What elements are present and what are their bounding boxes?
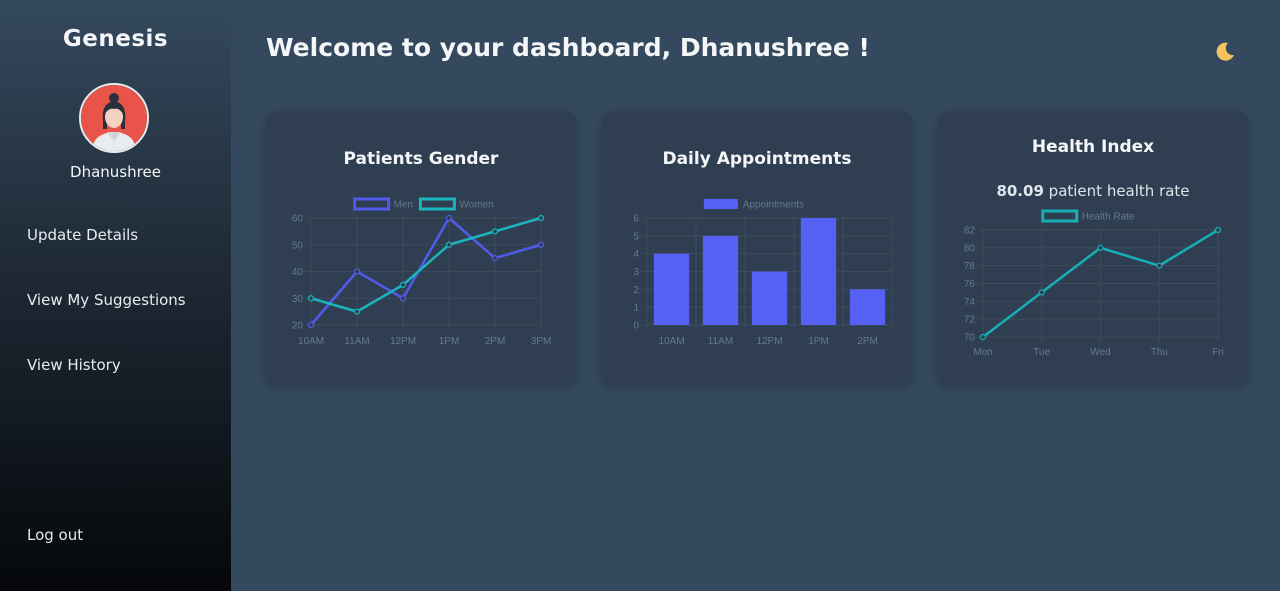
x-tick-label: 10AM [658, 336, 684, 347]
logout-link[interactable]: Log out [27, 526, 83, 544]
moon-icon [1216, 42, 1234, 61]
data-point [353, 268, 361, 275]
y-tick-label: 78 [964, 261, 976, 272]
user-avatar-icon [81, 85, 147, 151]
sidebar: Genesis Dhanushree Update Details View M… [0, 0, 231, 591]
sidebar-username: Dhanushree [70, 163, 161, 181]
y-tick-label: 72 [964, 315, 976, 326]
data-point [537, 241, 545, 248]
data-point [1214, 226, 1222, 234]
x-tick-label: 11AM [344, 336, 369, 347]
legend-swatch [1041, 209, 1079, 223]
y-tick-label: 80 [964, 243, 976, 254]
x-tick-label: 1PM [439, 336, 460, 347]
x-tick-label: 12PM [390, 336, 416, 347]
y-tick-label: 60 [292, 214, 304, 225]
legend-swatch [353, 197, 391, 211]
legend-label: Women [459, 200, 493, 211]
avatar [79, 83, 149, 153]
data-point [445, 241, 453, 248]
y-tick-label: 30 [292, 294, 304, 305]
x-tick-label: 2PM [485, 336, 506, 347]
x-tick-label: Mon [973, 347, 992, 358]
data-point [537, 214, 545, 222]
y-tick-label: 1 [633, 303, 639, 314]
y-tick-label: 5 [633, 231, 639, 242]
data-point [491, 255, 499, 262]
x-tick-label: Thu [1151, 347, 1168, 358]
daily-appointments-chart: 0 1 2 3 4 5 6 10AM 11AM 12PM 1PM 2PM Appointments [633, 199, 893, 347]
theme-toggle-button[interactable] [1213, 40, 1237, 64]
y-tick-label: 3 [633, 267, 639, 278]
x-tick-label: Tue [1033, 347, 1050, 358]
x-tick-label: 11AM [708, 336, 733, 347]
x-tick-label: 12PM [756, 336, 782, 347]
data-point [491, 228, 499, 235]
y-tick-label: 6 [633, 214, 639, 225]
nav-view-suggestions[interactable]: View My Suggestions [27, 291, 186, 309]
nav-update-details[interactable]: Update Details [27, 226, 138, 244]
y-tick-label: 4 [633, 249, 639, 260]
data-point [399, 281, 407, 288]
y-tick-label: 76 [964, 279, 976, 290]
y-tick-label: 70 [964, 333, 976, 344]
series-line [310, 216, 542, 313]
data-point [307, 321, 315, 329]
patients-gender-card: Patients Gender 20 30 40 50 60 10AM 11AM 12PM 1P… [266, 111, 576, 383]
data-point [399, 295, 407, 302]
daily-appointments-card: Daily Appointments 0 1 2 3 4 5 6 10AM 11AM 12PM 1P… [602, 111, 912, 383]
patients-gender-chart: 20 30 40 50 60 10AM 11AM 12PM 1PM 2PM 3PM Men Women [292, 197, 552, 347]
y-tick-label: 2 [633, 285, 639, 296]
y-tick-label: 50 [292, 240, 304, 251]
x-tick-label: 1PM [808, 336, 829, 347]
y-tick-label: 74 [964, 297, 976, 308]
legend-label: Health Rate [1082, 212, 1135, 223]
data-point [1097, 244, 1104, 251]
data-point [307, 295, 315, 302]
bar [751, 271, 788, 325]
data-point [445, 214, 453, 222]
legend-swatch [418, 197, 456, 211]
bar [800, 218, 837, 325]
bar [653, 253, 690, 325]
x-tick-label: Fri [1212, 347, 1224, 358]
nav-view-history[interactable]: View History [27, 356, 121, 374]
legend-label: Appointments [743, 200, 804, 211]
legend-label: Men [394, 200, 413, 211]
data-point [1038, 289, 1045, 296]
data-point [353, 308, 361, 315]
legend-swatch [703, 199, 738, 209]
brand-title: Genesis [62, 26, 169, 52]
y-tick-label: 40 [292, 267, 304, 278]
y-tick-label: 82 [964, 226, 976, 237]
data-point [979, 333, 987, 341]
health-index-card: Health Index 80.09 patient health rate 7… [938, 111, 1248, 383]
y-tick-label: 20 [292, 321, 304, 332]
x-tick-label: 3PM [531, 336, 552, 347]
health-index-chart: 70 72 74 76 78 80 82 Mon Tue Wed Thu Fri Health Rate [964, 209, 1224, 358]
y-tick-label: 0 [633, 321, 639, 332]
bar [702, 235, 739, 325]
data-point [1156, 262, 1163, 269]
x-tick-label: 10AM [298, 336, 324, 347]
x-tick-label: Wed [1090, 347, 1110, 358]
page-title: Welcome to your dashboard, Dhanushree ! [266, 33, 870, 62]
bar [849, 289, 886, 325]
x-tick-label: 2PM [857, 336, 878, 347]
